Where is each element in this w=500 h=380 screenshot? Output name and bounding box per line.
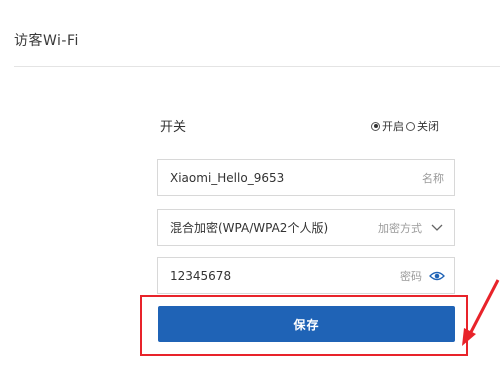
radio-off[interactable] — [406, 121, 415, 131]
password-hint: 密码 — [400, 269, 422, 283]
radio-off-label[interactable]: 关闭 — [417, 118, 439, 134]
wifi-name-value[interactable]: Xiaomi_Hello_9653 — [158, 171, 422, 185]
wifi-name-hint: 名称 — [422, 171, 444, 185]
annotation-highlight-box — [140, 295, 468, 356]
wifi-name-field[interactable]: Xiaomi_Hello_9653 名称 — [157, 159, 455, 196]
password-value[interactable]: 12345678 — [158, 269, 400, 283]
page-title: 访客Wi-Fi — [14, 33, 79, 49]
switch-label: 开关 — [160, 120, 187, 135]
header-divider — [14, 66, 500, 67]
password-field[interactable]: 12345678 密码 — [157, 257, 455, 294]
encryption-select[interactable]: 混合加密(WPA/WPA2个人版) 加密方式 — [157, 209, 455, 246]
chevron-down-icon[interactable] — [426, 224, 448, 232]
encryption-hint: 加密方式 — [378, 221, 422, 235]
switch-radio-group: 开启 关闭 — [371, 118, 441, 134]
radio-on[interactable] — [371, 121, 380, 131]
encryption-value[interactable]: 混合加密(WPA/WPA2个人版) — [158, 219, 378, 236]
annotation-arrow-icon — [462, 279, 500, 346]
eye-icon[interactable] — [426, 271, 448, 281]
radio-on-label[interactable]: 开启 — [382, 118, 404, 134]
